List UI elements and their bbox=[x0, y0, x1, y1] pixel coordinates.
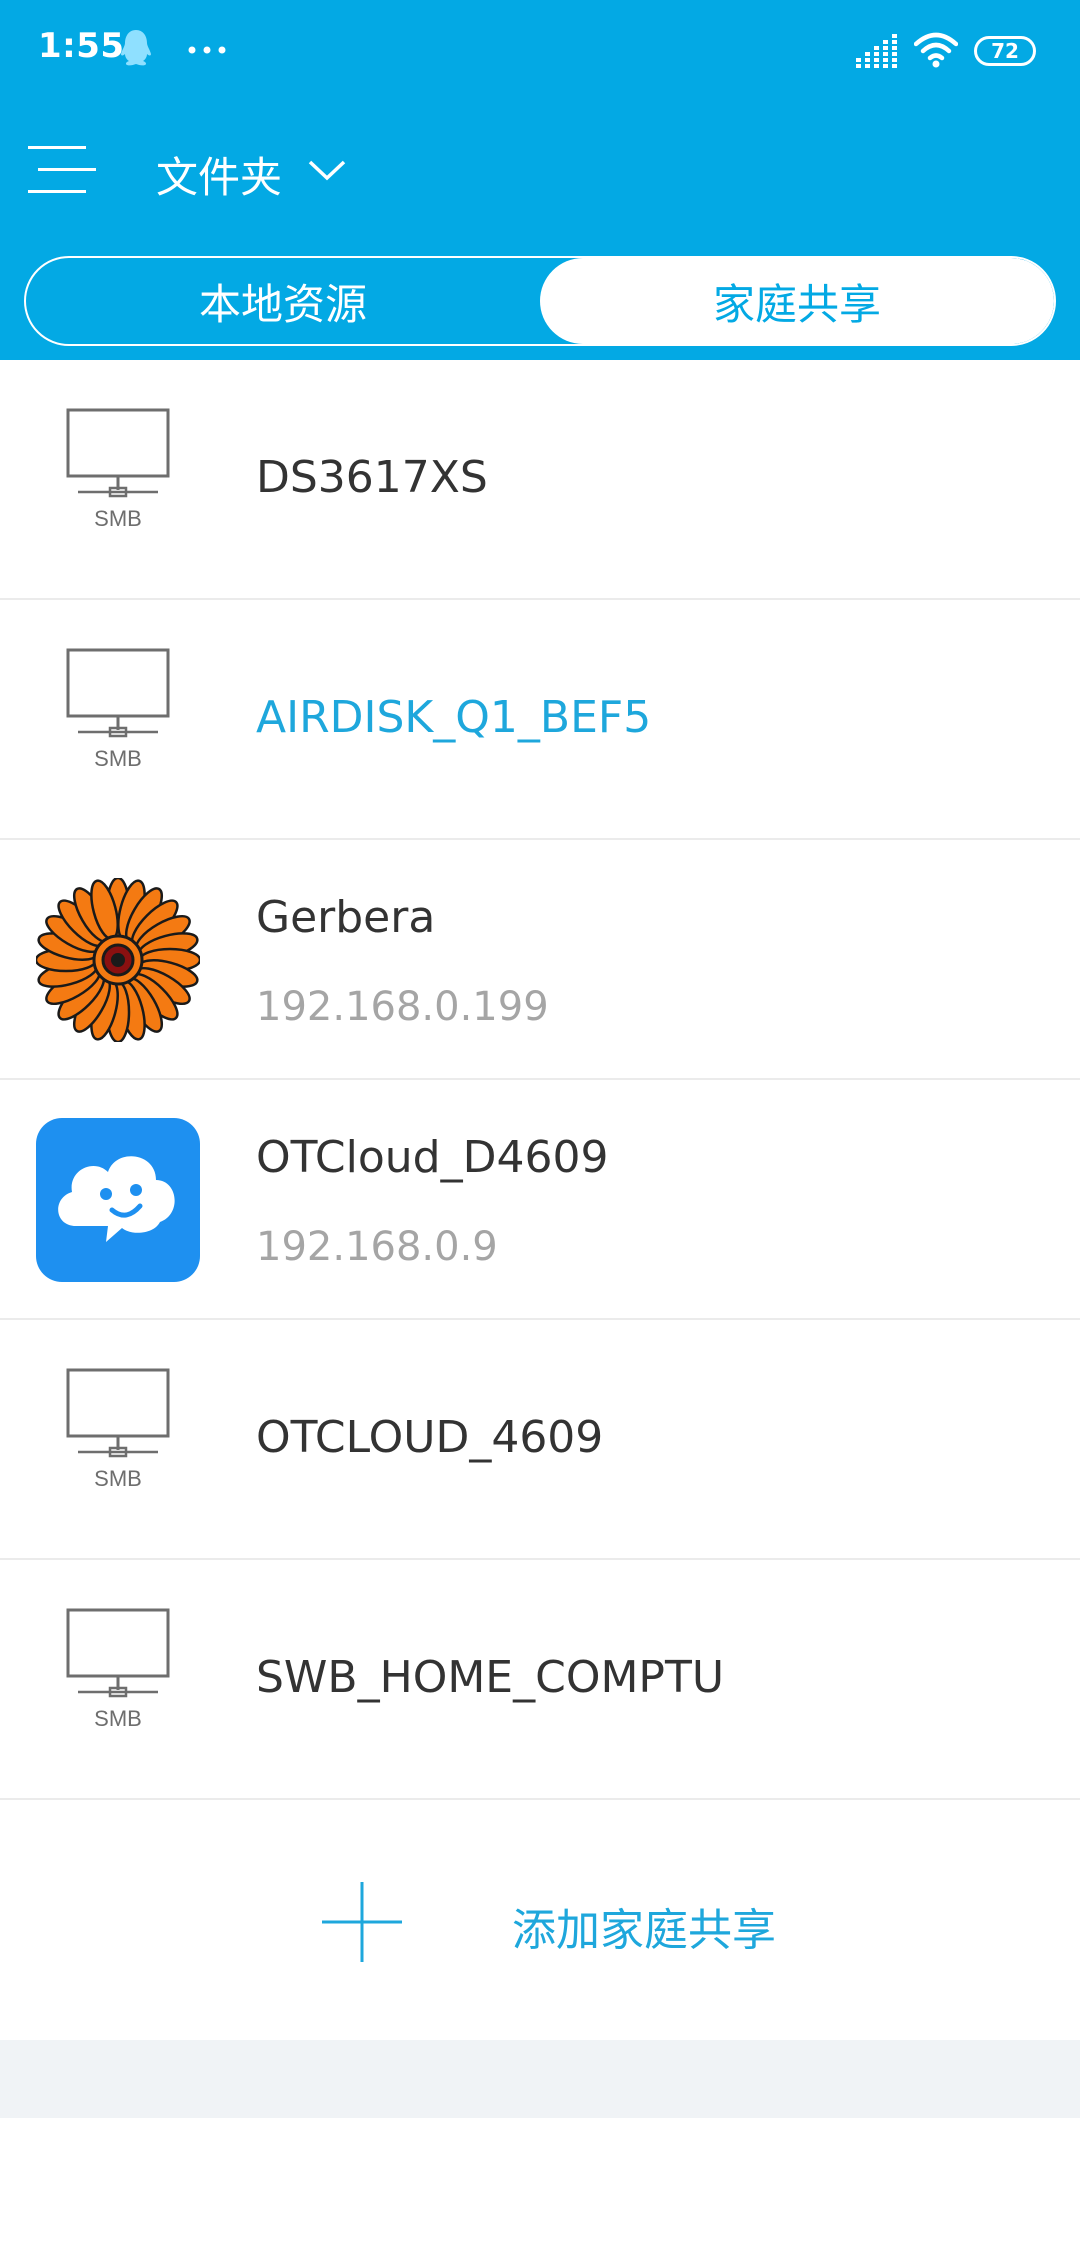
smb-monitor-icon: SMB bbox=[66, 1608, 170, 1731]
title-bar: 文件夹 bbox=[0, 120, 1080, 220]
menu-icon[interactable] bbox=[28, 138, 98, 202]
signal-icon bbox=[856, 34, 897, 68]
list-item[interactable]: OTCloud_D4609 192.168.0.9 bbox=[0, 1080, 1080, 1320]
share-list: SMB DS3617XS SMB AIRDISK_Q1_BEF5 Gerbera… bbox=[0, 360, 1080, 2040]
share-ip: 192.168.0.199 bbox=[256, 984, 549, 1030]
battery-icon: 72 bbox=[974, 36, 1036, 66]
more-dots-icon bbox=[188, 46, 226, 54]
smb-label: SMB bbox=[94, 1706, 142, 1731]
tab-local-resources[interactable]: 本地资源 bbox=[26, 258, 540, 344]
qq-icon bbox=[121, 30, 151, 66]
wifi-icon bbox=[914, 32, 958, 68]
share-name: OTCloud_D4609 bbox=[256, 1132, 609, 1183]
smb-monitor-icon: SMB bbox=[66, 1368, 170, 1491]
share-name: AIRDISK_Q1_BEF5 bbox=[256, 692, 652, 743]
smb-label: SMB bbox=[94, 506, 142, 531]
chevron-down-icon[interactable] bbox=[306, 156, 348, 184]
otcloud-icon bbox=[36, 1118, 200, 1282]
tab-switcher: 本地资源 家庭共享 bbox=[24, 256, 1056, 346]
share-name: DS3617XS bbox=[256, 452, 488, 503]
bottom-spacer bbox=[0, 2040, 1080, 2118]
share-ip: 192.168.0.9 bbox=[256, 1224, 498, 1270]
share-name: OTCLOUD_4609 bbox=[256, 1412, 604, 1463]
folder-title[interactable]: 文件夹 bbox=[156, 144, 282, 205]
battery-level: 72 bbox=[991, 39, 1019, 63]
list-item[interactable]: SMB AIRDISK_Q1_BEF5 bbox=[0, 600, 1080, 840]
add-share-label: 添加家庭共享 bbox=[512, 1905, 776, 1956]
list-item[interactable]: SMB DS3617XS bbox=[0, 360, 1080, 600]
status-bar: 1:55 72 bbox=[0, 0, 1080, 100]
add-home-share-button[interactable]: 添加家庭共享 bbox=[0, 1800, 1080, 2040]
share-name: SWB_HOME_COMPTU bbox=[256, 1652, 725, 1703]
smb-label: SMB bbox=[94, 746, 142, 771]
status-time: 1:55 bbox=[38, 26, 125, 66]
list-item[interactable]: SMB SWB_HOME_COMPTU bbox=[0, 1560, 1080, 1800]
list-item[interactable]: Gerbera 192.168.0.199 bbox=[0, 840, 1080, 1080]
header: 1:55 72 文件夹 本地资源 家庭共享 bbox=[0, 0, 1080, 360]
smb-monitor-icon: SMB bbox=[66, 408, 170, 531]
list-item[interactable]: SMB OTCLOUD_4609 bbox=[0, 1320, 1080, 1560]
share-name: Gerbera bbox=[256, 892, 436, 943]
tab-home-share[interactable]: 家庭共享 bbox=[540, 258, 1054, 344]
smb-monitor-icon: SMB bbox=[66, 648, 170, 771]
smb-label: SMB bbox=[94, 1466, 142, 1491]
app-root: 1:55 72 文件夹 本地资源 家庭共享 SMB DS3617XS SMB A… bbox=[0, 0, 1080, 2248]
gerbera-flower-icon bbox=[36, 878, 200, 1042]
plus-icon bbox=[322, 1882, 402, 1962]
